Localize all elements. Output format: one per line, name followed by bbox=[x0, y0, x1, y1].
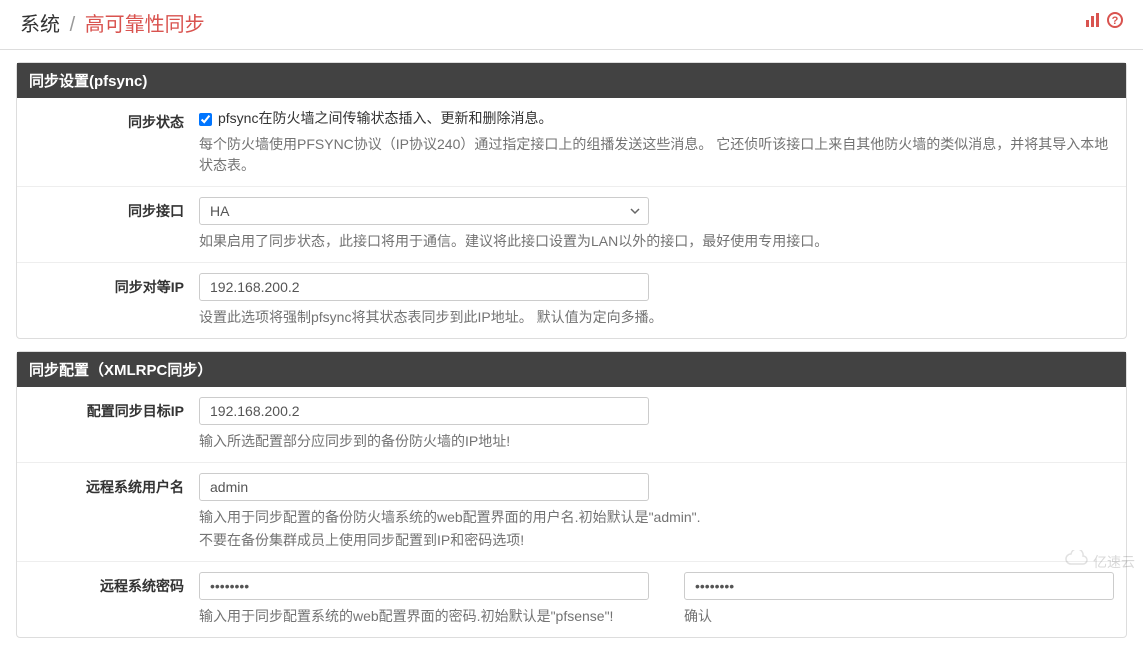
help-sync-peer-ip: 设置此选项将强制pfsync将其状态表同步到此IP地址。 默认值为定向多播。 bbox=[199, 307, 1114, 328]
status-icon[interactable] bbox=[1085, 12, 1101, 33]
watermark: 亿速云 bbox=[1065, 550, 1135, 574]
label-remote-password: 远程系统密码 bbox=[29, 572, 199, 596]
panel-heading-xmlrpc: 同步配置（XMLRPC同步） bbox=[17, 352, 1126, 387]
breadcrumb-active[interactable]: 高可靠性同步 bbox=[85, 14, 205, 36]
input-sync-peer-ip[interactable] bbox=[199, 273, 649, 301]
checkbox-sync-state[interactable] bbox=[199, 113, 212, 126]
panel-xmlrpc-sync: 同步配置（XMLRPC同步） 配置同步目标IP 输入所选配置部分应同步到的备份防… bbox=[16, 351, 1127, 638]
svg-text:?: ? bbox=[1112, 15, 1119, 27]
select-sync-interface[interactable]: HA bbox=[199, 197, 649, 225]
breadcrumb-separator: / bbox=[70, 14, 76, 36]
breadcrumb-root[interactable]: 系统 bbox=[20, 14, 60, 36]
breadcrumb: 系统 / 高可靠性同步 bbox=[20, 8, 205, 37]
help-icon[interactable]: ? bbox=[1107, 12, 1123, 33]
help-remote-username-2: 不要在备份集群成员上使用同步配置到IP和密码选项! bbox=[199, 530, 1114, 551]
help-target-ip: 输入所选配置部分应同步到的备份防火墙的IP地址! bbox=[199, 431, 1114, 452]
label-remote-username: 远程系统用户名 bbox=[29, 473, 199, 497]
panel-sync-settings: 同步设置(pfsync) 同步状态 pfsync在防火墙之间传输状态插入、更新和… bbox=[16, 62, 1127, 339]
label-sync-interface: 同步接口 bbox=[29, 197, 199, 221]
label-sync-peer-ip: 同步对等IP bbox=[29, 273, 199, 297]
help-remote-username-1: 输入用于同步配置的备份防火墙系统的web配置界面的用户名.初始默认是"admin… bbox=[199, 507, 1114, 528]
panel-heading-pfsync: 同步设置(pfsync) bbox=[17, 63, 1126, 98]
help-sync-state: 每个防火墙使用PFSYNC协议（IP协议240）通过指定接口上的组播发送这些消息… bbox=[199, 134, 1114, 176]
label-target-ip: 配置同步目标IP bbox=[29, 397, 199, 421]
input-remote-username[interactable] bbox=[199, 473, 649, 501]
help-sync-interface: 如果启用了同步状态，此接口将用于通信。建议将此接口设置为LAN以外的接口，最好使… bbox=[199, 231, 1114, 252]
input-remote-password[interactable] bbox=[199, 572, 649, 600]
checkbox-label-sync-state[interactable]: pfsync在防火墙之间传输状态插入、更新和删除消息。 bbox=[218, 108, 552, 128]
label-confirm: 确认 bbox=[684, 606, 1114, 626]
input-remote-password-confirm[interactable] bbox=[684, 572, 1114, 600]
label-sync-state: 同步状态 bbox=[29, 108, 199, 132]
input-target-ip[interactable] bbox=[199, 397, 649, 425]
help-remote-password: 输入用于同步配置系统的web配置界面的密码.初始默认是"pfsense"! bbox=[199, 606, 649, 627]
